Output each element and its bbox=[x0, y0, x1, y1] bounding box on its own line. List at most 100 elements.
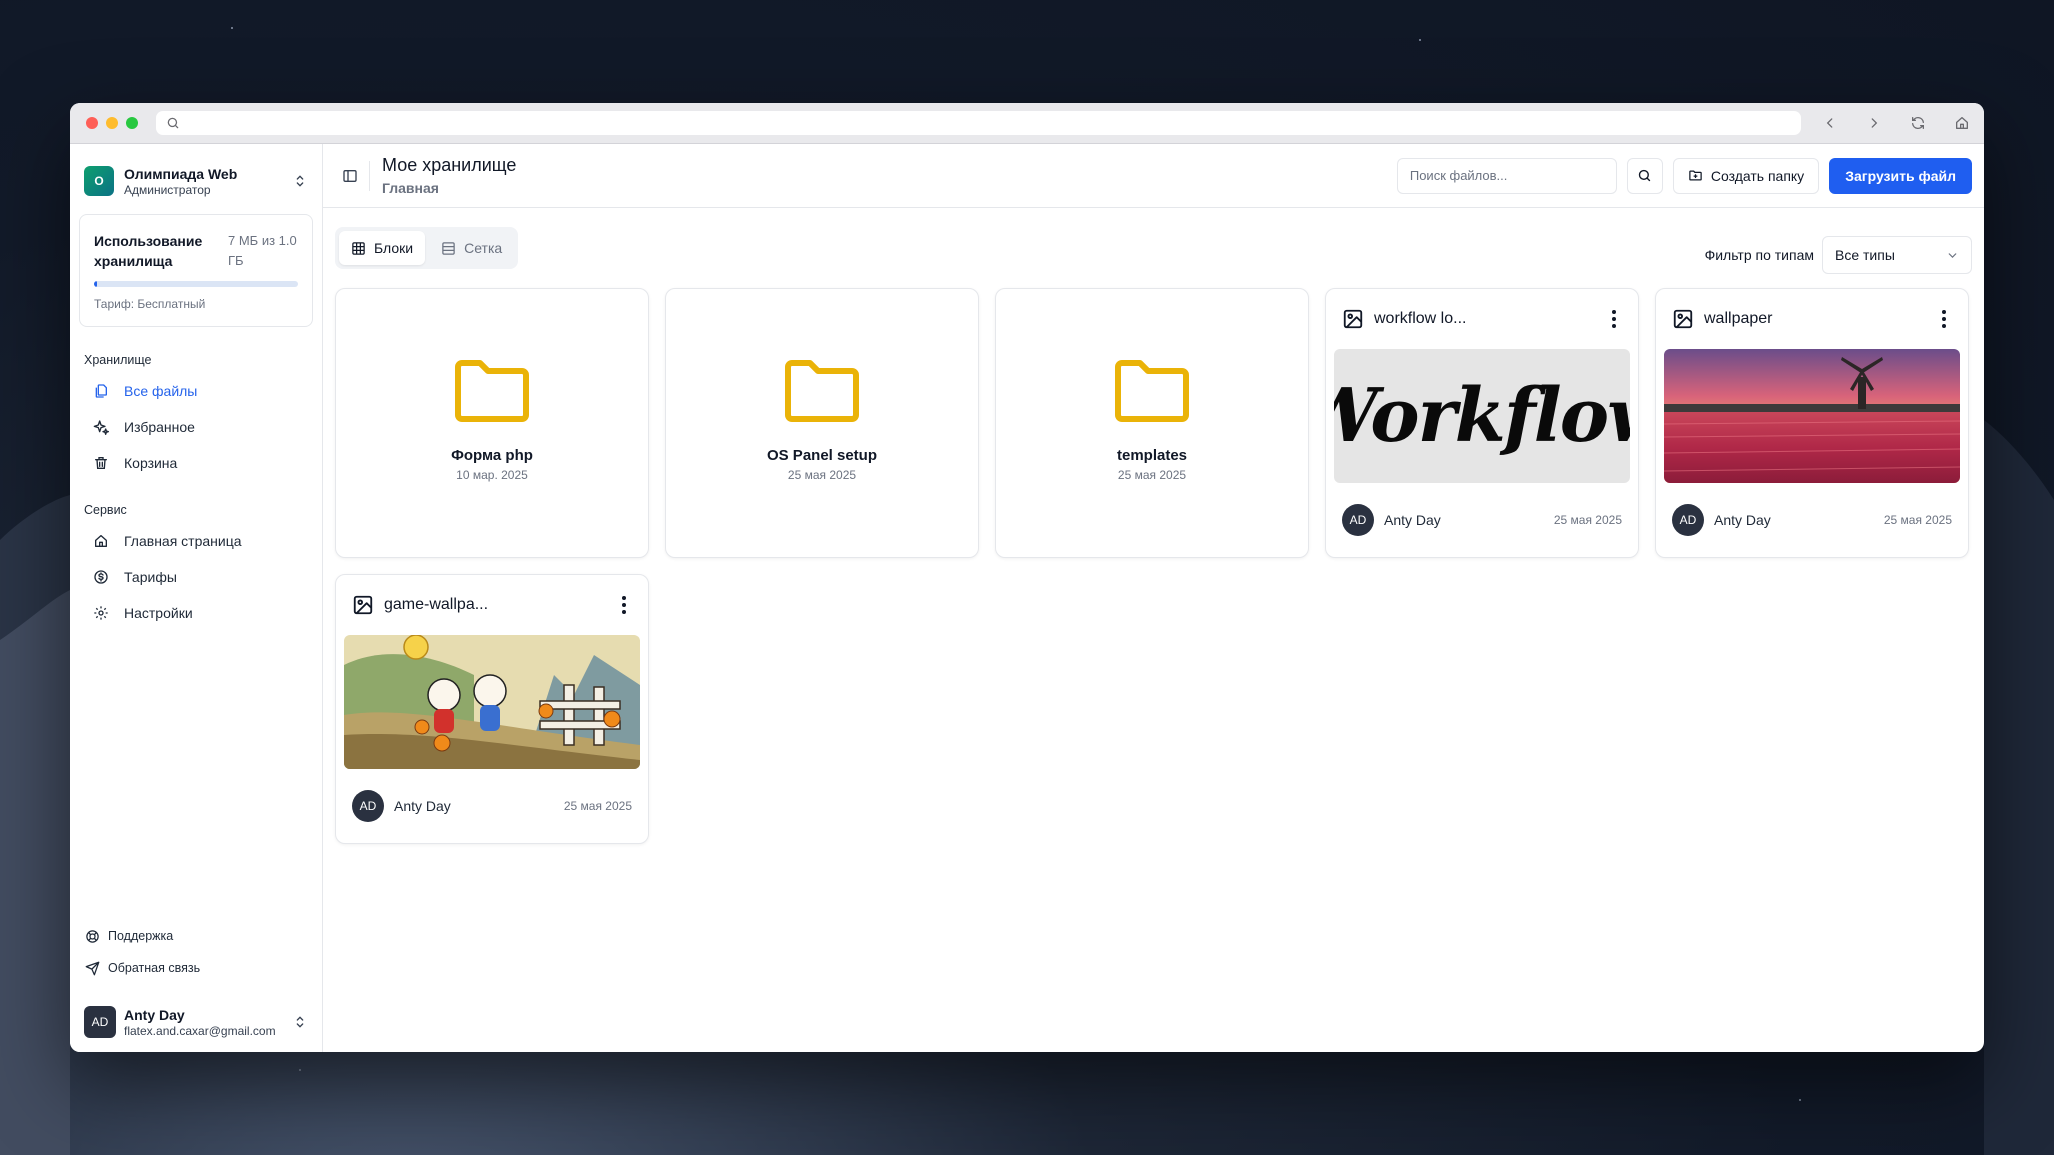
chevrons-up-down-icon bbox=[296, 1016, 304, 1028]
cartoon-game-image bbox=[344, 635, 640, 769]
type-filter: Фильтр по типам Все типы bbox=[1705, 236, 1972, 274]
user-menu[interactable]: AD Anty Day flatex.and.caxar@gmail.com bbox=[70, 992, 322, 1052]
image-icon bbox=[353, 595, 373, 615]
sidebar-item-label: Главная страница bbox=[124, 533, 242, 549]
address-bar[interactable] bbox=[156, 111, 1801, 135]
sidebar-toggle-icon[interactable] bbox=[341, 167, 359, 185]
chevrons-up-down-icon bbox=[296, 175, 304, 187]
section-label-storage: Хранилище bbox=[84, 353, 152, 367]
more-options-icon[interactable] bbox=[1604, 307, 1624, 331]
folder-icon bbox=[785, 360, 859, 422]
file-card[interactable]: wallpaper AD Anty Day 25 мая 2025 bbox=[1655, 288, 1969, 558]
folder-icon bbox=[455, 360, 529, 422]
reload-icon[interactable] bbox=[1909, 114, 1927, 132]
search-button[interactable] bbox=[1626, 157, 1663, 194]
image-icon bbox=[1673, 309, 1693, 329]
file-card[interactable]: workflow lo... Workflow AD Anty Day 25 м… bbox=[1325, 288, 1639, 558]
sidebar-item-label: Настройки bbox=[124, 605, 193, 621]
view-grid-button[interactable]: Сетка bbox=[429, 231, 514, 265]
storage-amount: 7 МБ из 1.0 ГБ bbox=[228, 233, 297, 268]
user-name: Anty Day bbox=[124, 1006, 185, 1023]
support-link[interactable]: Поддержка bbox=[70, 920, 322, 952]
user-email: flatex.and.caxar@gmail.com bbox=[124, 1023, 276, 1038]
folder-date: 25 мая 2025 bbox=[787, 468, 857, 482]
org-name: Олимпиада Web bbox=[124, 165, 238, 182]
folder-card[interactable]: OS Panel setup 25 мая 2025 bbox=[665, 288, 979, 558]
upload-file-button[interactable]: Загрузить файл bbox=[1829, 157, 1972, 194]
create-folder-button[interactable]: Создать папку bbox=[1672, 157, 1820, 194]
trash-icon bbox=[92, 454, 110, 472]
more-options-icon[interactable] bbox=[1934, 307, 1954, 331]
grid-icon bbox=[352, 241, 365, 255]
storage-title: Использование хранилища bbox=[94, 233, 203, 269]
support-label: Поддержка bbox=[108, 929, 174, 943]
search-icon bbox=[167, 117, 179, 129]
feedback-link[interactable]: Обратная связь bbox=[70, 952, 322, 984]
browser-titlebar bbox=[70, 103, 1984, 144]
avatar: AD bbox=[1342, 504, 1374, 536]
folder-date: 25 мая 2025 bbox=[1117, 468, 1187, 482]
storage-usage-card: Использование хранилища 7 МБ из 1.0 ГБ Т… bbox=[79, 214, 313, 327]
folder-name: OS Panel setup bbox=[766, 447, 878, 464]
search-input[interactable] bbox=[1396, 157, 1617, 194]
folder-card[interactable]: Форма php 10 мар. 2025 bbox=[335, 288, 649, 558]
more-options-icon[interactable] bbox=[614, 593, 634, 617]
feedback-label: Обратная связь bbox=[108, 961, 201, 975]
folder-icon bbox=[1115, 360, 1189, 422]
breadcrumb[interactable]: Главная bbox=[382, 180, 516, 196]
file-thumbnail bbox=[1664, 349, 1960, 483]
sparkles-icon bbox=[92, 418, 110, 436]
sidebar: O Олимпиада Web Администратор Использова… bbox=[70, 144, 323, 1052]
folder-name: templates bbox=[1116, 447, 1188, 464]
sidebar-item-label: Все файлы bbox=[124, 383, 198, 399]
folder-plus-icon bbox=[1689, 170, 1702, 181]
section-label-service: Сервис bbox=[84, 503, 127, 517]
sidebar-item-all-files[interactable]: Все файлы bbox=[70, 373, 322, 409]
sidebar-item-trash[interactable]: Корзина bbox=[70, 445, 322, 481]
table-icon bbox=[442, 241, 455, 255]
browser-nav bbox=[1821, 114, 1971, 132]
home-icon bbox=[92, 532, 110, 550]
home-icon[interactable] bbox=[1953, 114, 1971, 132]
back-icon[interactable] bbox=[1821, 114, 1839, 132]
sidebar-item-favorites[interactable]: Избранное bbox=[70, 409, 322, 445]
sidebar-item-label: Корзина bbox=[124, 455, 178, 471]
dollar-icon bbox=[92, 568, 110, 586]
file-date: 25 мая 2025 bbox=[563, 799, 632, 813]
file-owner: Anty Day bbox=[1714, 512, 1771, 528]
file-thumbnail: Workflow bbox=[1334, 349, 1630, 483]
close-window-button[interactable] bbox=[86, 117, 98, 129]
browser-window: O Олимпиада Web Администратор Использова… bbox=[70, 103, 1984, 1052]
storage-plan: Тариф: Бесплатный bbox=[94, 297, 206, 311]
avatar: AD bbox=[1672, 504, 1704, 536]
files-icon bbox=[92, 382, 110, 400]
avatar: AD bbox=[84, 1006, 116, 1038]
file-owner: Anty Day bbox=[394, 798, 451, 814]
sidebar-item-settings[interactable]: Настройки bbox=[70, 595, 322, 631]
thumbnail-text: Workflow bbox=[1334, 373, 1630, 459]
file-card[interactable]: game-wallpa... AD Anty Day 25 мая 2025 bbox=[335, 574, 649, 844]
storage-progress-bar bbox=[94, 281, 298, 287]
create-folder-label: Создать папку bbox=[1710, 167, 1805, 184]
tulip-field-image bbox=[1664, 349, 1960, 483]
file-date: 25 мая 2025 bbox=[1553, 513, 1622, 527]
sidebar-item-home[interactable]: Главная страница bbox=[70, 523, 322, 559]
file-date: 25 мая 2025 bbox=[1883, 513, 1952, 527]
folder-date: 10 мар. 2025 bbox=[456, 468, 528, 482]
view-toolbar: Блоки Сетка Фильтр по типам Все типы bbox=[323, 226, 1984, 274]
org-switcher[interactable]: O Олимпиада Web Администратор bbox=[70, 144, 322, 204]
filter-select[interactable]: Все типы bbox=[1822, 236, 1972, 274]
search-icon bbox=[1639, 169, 1651, 182]
maximize-window-button[interactable] bbox=[126, 117, 138, 129]
filter-label: Фильтр по типам bbox=[1704, 247, 1814, 263]
file-thumbnail bbox=[344, 635, 640, 769]
divider bbox=[369, 160, 370, 191]
forward-icon[interactable] bbox=[1865, 114, 1883, 132]
view-blocks-button[interactable]: Блоки bbox=[339, 231, 426, 265]
chevron-down-icon bbox=[1948, 252, 1957, 258]
sidebar-item-plans[interactable]: Тарифы bbox=[70, 559, 322, 595]
lifebuoy-icon bbox=[84, 928, 100, 944]
folder-card[interactable]: templates 25 мая 2025 bbox=[995, 288, 1309, 558]
sidebar-item-label: Избранное bbox=[124, 419, 195, 435]
minimize-window-button[interactable] bbox=[106, 117, 118, 129]
